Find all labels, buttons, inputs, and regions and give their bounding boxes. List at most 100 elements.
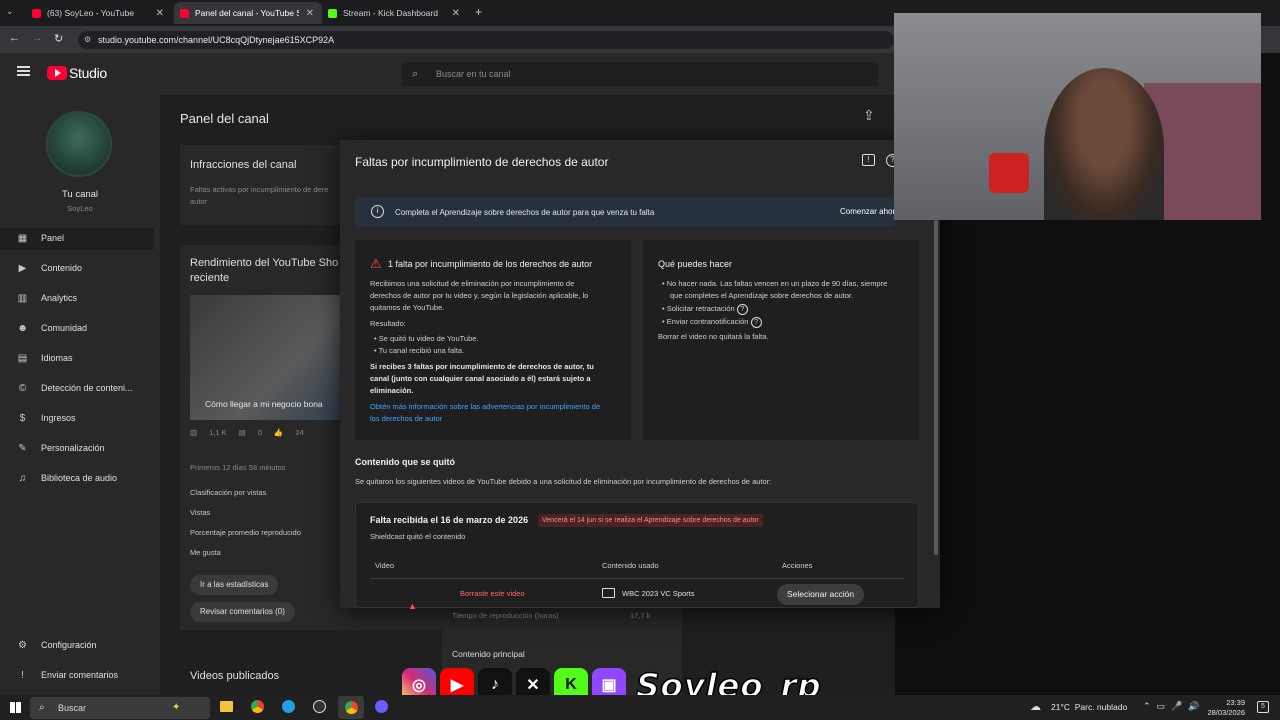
start-now-button[interactable]: Comenzar ahora <box>840 207 900 216</box>
select-action-button[interactable]: Selecionar acción <box>777 584 865 605</box>
stat-row-2: Porcentaje promedio reproducido <box>190 528 301 537</box>
youtube-favicon-icon <box>32 8 41 18</box>
back-icon[interactable]: ← <box>9 32 20 44</box>
new-tab-icon[interactable]: + <box>475 5 482 19</box>
infractions-title: Infracciones del canal <box>190 159 297 171</box>
studio-search-input[interactable]: ⌕ Buscar en tu canal <box>402 62 878 86</box>
search-placeholder: Buscar en tu canal <box>436 69 511 79</box>
help-icon[interactable]: ? <box>750 317 762 328</box>
channel-label: Tu canal <box>61 189 99 200</box>
close-icon[interactable]: ✕ <box>306 8 314 19</box>
studio-logo[interactable]: Studio <box>47 65 107 81</box>
edge-icon[interactable] <box>282 700 295 713</box>
copyright-icon: © <box>18 382 27 394</box>
tab-kick[interactable]: Stream - Kick Dashboard ✕ <box>322 2 468 24</box>
comments-icon: ▤ <box>238 428 246 437</box>
sidebar-item-personalización[interactable]: ✎ Personalización <box>16 440 156 456</box>
channel-name: SoyLeo <box>67 204 93 213</box>
tab-studio[interactable]: Panel del canal - YouTube Studi ✕ <box>174 2 322 24</box>
url-field[interactable]: ⚙ studio.youtube.com/channel/UC8cqQjDtyn… <box>78 31 894 49</box>
stat-row-1: Vistas <box>190 508 211 517</box>
likes-count: 24 <box>295 428 304 437</box>
short-stats-row: ▥ 1,1 K ▤ 0 👍 24 <box>190 428 304 437</box>
close-icon[interactable]: ✕ <box>156 8 164 19</box>
sidebar-item-comunidad[interactable]: ☻ Comunidad <box>16 320 156 336</box>
comments-count: 0 <box>257 428 262 437</box>
webcam-person <box>1044 68 1164 220</box>
weather-text[interactable]: 21°C Parc. nublado <box>1051 702 1127 712</box>
table-divider <box>370 578 904 579</box>
windows-start-icon[interactable] <box>10 702 21 713</box>
notification-icon[interactable]: 5 <box>1257 701 1269 713</box>
audio-library-icon: ♫ <box>18 472 27 484</box>
search-icon: ⌕ <box>39 702 45 713</box>
what-item-text: Solicitar retractación <box>666 304 735 313</box>
sidebar-item-panel[interactable]: ▦ Panel <box>16 230 156 246</box>
feedback-icon: ! <box>21 669 24 681</box>
taskbar-search[interactable]: ⌕ Buscar ✦ <box>30 697 210 719</box>
sidebar-item-label: Contenido <box>41 263 83 273</box>
strike-date: Falta recibida el 16 de marzo de 2026 <box>370 515 529 525</box>
dialog-scrollbar[interactable] <box>934 220 938 555</box>
sidebar-item-label: Idiomas <box>41 353 73 363</box>
strike-body-2: derechos de autor por tu video y, según … <box>370 291 589 300</box>
upload-icon[interactable]: ⇪ <box>863 107 875 124</box>
tab-youtube[interactable]: (63) SoyLeo - YouTube ✕ <box>26 2 172 24</box>
sidebar-item-ingresos[interactable]: $ Ingresos <box>16 410 156 426</box>
site-info-icon[interactable]: ⚙ <box>84 31 91 49</box>
tab-label: Stream - Kick Dashboard <box>343 8 438 18</box>
result-item-text: Se quitó tu video de YouTube. <box>378 334 479 343</box>
sidebar-item-label: Personalización <box>41 443 105 453</box>
learn-more-link[interactable]: Obtén más información sobre las adverten… <box>370 401 600 414</box>
chrome-icon[interactable] <box>251 700 264 713</box>
file-explorer-icon[interactable] <box>220 701 233 712</box>
sidebar-item-configuración[interactable]: ⚙ Configuración <box>16 637 156 653</box>
short-title[interactable]: Cómo llegar a mi negocio bona <box>205 399 323 409</box>
what-item-2[interactable]: • Solicitar retractación ? <box>662 303 748 316</box>
used-content: WBC 2023 VC Sports <box>622 589 695 598</box>
review-comments-button[interactable]: Revisar comentarios (0) <box>190 602 295 622</box>
result-item-text: Tu canal recibió una falta. <box>378 346 465 355</box>
sidebar-item-analytics[interactable]: ▥ Analytics <box>16 290 156 306</box>
dialog-title: Faltas por incumplimiento de derechos de… <box>355 155 609 169</box>
what-title: Qué puedes hacer <box>658 259 733 269</box>
clock-time[interactable]: 23:39 <box>1205 698 1245 707</box>
close-icon[interactable]: ✕ <box>452 8 460 19</box>
go-to-stats-button[interactable]: Ir a las estadísticas <box>190 575 279 595</box>
weather-icon: ☁ <box>1030 701 1041 713</box>
app-icon[interactable] <box>375 700 388 713</box>
clock-date[interactable]: 28/03/2026 <box>1195 708 1245 717</box>
deleted-video-label: Borraste este video <box>460 589 525 598</box>
studio-logo-text: Studio <box>69 65 107 81</box>
header-actions: Acciones <box>782 561 813 570</box>
video-icon <box>602 588 615 598</box>
result-item-2: • Tu canal recibió una falta. <box>374 346 465 355</box>
reload-icon[interactable]: ↻ <box>54 32 63 45</box>
infractions-body-1: Faltas activas por incumplimiento de der… <box>190 185 329 194</box>
sidebar-item-label: Configuración <box>41 640 97 650</box>
help-icon[interactable]: ? <box>736 304 748 315</box>
sidebar-item-label: Biblioteca de audio <box>41 473 118 483</box>
sidebar-item-label: Comunidad <box>41 323 88 333</box>
sidebar-item-idiomas[interactable]: ▤ Idiomas <box>16 350 156 366</box>
sidebar-item-biblioteca-de-audio[interactable]: ♫ Biblioteca de audio <box>16 470 156 486</box>
sidebar-item-contenido[interactable]: ▶ Contenido <box>16 260 156 276</box>
sidebar-item-enviar-comentarios[interactable]: ! Enviar comentarios <box>16 667 156 683</box>
learn-more-link-2[interactable]: los derechos de autor <box>370 413 442 426</box>
what-item-3[interactable]: • Enviar contranotificación ? <box>662 316 762 329</box>
warning-line-1: Si recibes 3 faltas por incumplimiento d… <box>370 362 594 371</box>
sidebar-item-detección-de-conteni[interactable]: © Detección de conteni... <box>16 380 156 396</box>
result-item-1: • Se quitó tu video de YouTube. <box>374 334 479 343</box>
content-icon: ▶ <box>18 262 27 274</box>
delete-note: Borrar el video no quitará la falta. <box>658 332 769 341</box>
feedback-icon[interactable]: ! <box>862 154 875 166</box>
menu-icon[interactable] <box>17 66 30 76</box>
chrome-active-icon[interactable] <box>338 696 364 719</box>
channel-avatar[interactable] <box>46 111 112 177</box>
forward-icon[interactable]: → <box>32 32 43 44</box>
webcam-overlay <box>894 13 1261 220</box>
sidebar-item-label: Enviar comentarios <box>41 670 119 680</box>
url-text: studio.youtube.com/channel/UC8cqQjDtynej… <box>98 35 335 45</box>
obs-icon[interactable] <box>313 700 326 713</box>
tab-list-chevron-icon[interactable]: ⌄ <box>6 6 14 17</box>
